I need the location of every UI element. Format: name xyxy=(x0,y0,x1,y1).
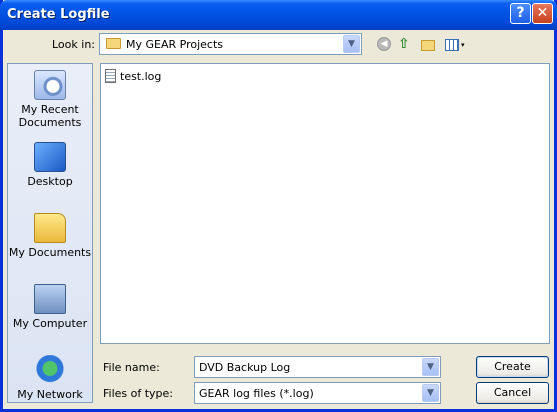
place-label: My Documents xyxy=(8,246,92,259)
look-in-dropdown[interactable]: My GEAR Projects ▼ xyxy=(99,33,362,55)
desktop-icon xyxy=(34,142,66,172)
log-file-icon xyxy=(105,69,116,83)
title-bar[interactable]: Create Logfile ? ✕ xyxy=(0,0,557,30)
recent-documents-icon xyxy=(34,70,66,100)
place-label: My Recent Documents xyxy=(18,103,82,129)
up-arrow-icon: ⇧ xyxy=(398,36,410,52)
file-list[interactable]: test.log xyxy=(100,63,550,344)
place-my-recent-documents[interactable]: My Recent Documents xyxy=(8,70,92,129)
window-title: Create Logfile xyxy=(7,7,110,22)
file-name-value[interactable]: DVD Backup Log xyxy=(199,361,290,374)
file-name-field[interactable]: DVD Backup Log ▼ xyxy=(194,356,441,378)
view-menu-icon xyxy=(445,39,459,51)
help-button[interactable]: ? xyxy=(510,3,531,24)
files-of-type-label: Files of type: xyxy=(103,387,174,400)
place-label: My Network xyxy=(17,388,83,401)
new-folder-icon xyxy=(421,40,435,51)
chevron-down-icon[interactable]: ▼ xyxy=(422,358,439,376)
place-desktop[interactable]: Desktop xyxy=(8,142,92,188)
cancel-button[interactable]: Cancel xyxy=(476,382,549,404)
view-menu-button[interactable]: ▾ xyxy=(445,37,465,53)
back-arrow-icon: ◀ xyxy=(377,37,391,51)
place-my-network[interactable]: My Network xyxy=(8,355,92,401)
folder-icon xyxy=(106,38,121,49)
list-item[interactable]: test.log xyxy=(105,68,161,84)
back-button[interactable]: ◀ xyxy=(377,37,395,53)
files-of-type-dropdown[interactable]: GEAR log files (*.log) ▼ xyxy=(194,382,441,404)
create-new-folder-button[interactable] xyxy=(421,37,439,53)
place-my-computer[interactable]: My Computer xyxy=(8,284,92,330)
up-one-level-button[interactable]: ⇧ xyxy=(398,37,416,53)
place-label: Desktop xyxy=(27,175,73,188)
places-bar: My Recent Documents Desktop My Documents… xyxy=(7,63,93,403)
file-name-label: File name: xyxy=(103,361,160,374)
chevron-down-icon[interactable]: ▼ xyxy=(343,35,360,53)
look-in-label: Look in: xyxy=(52,38,95,51)
create-button[interactable]: Create xyxy=(476,356,549,378)
files-of-type-value: GEAR log files (*.log) xyxy=(199,387,314,400)
my-documents-icon xyxy=(34,213,66,243)
chevron-down-icon: ▾ xyxy=(461,41,465,49)
place-label: My Computer xyxy=(12,317,88,330)
place-my-documents[interactable]: My Documents xyxy=(8,213,92,259)
file-name: test.log xyxy=(120,69,162,83)
chevron-down-icon[interactable]: ▼ xyxy=(422,384,439,402)
my-network-icon xyxy=(34,355,66,385)
look-in-value: My GEAR Projects xyxy=(126,38,224,51)
close-button[interactable]: ✕ xyxy=(532,3,553,24)
my-computer-icon xyxy=(34,284,66,314)
